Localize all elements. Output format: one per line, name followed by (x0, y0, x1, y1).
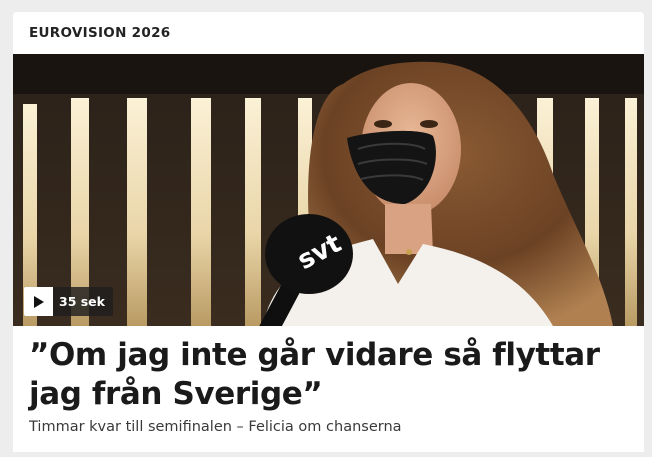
article-card[interactable]: EUROVISION 2026 svt 35 sek ”Om jag inte … (13, 12, 644, 452)
article-subtitle: Timmar kvar till semifinalen – Felicia o… (29, 419, 402, 435)
article-headline[interactable]: ”Om jag inte går vidare så flyttar jag f… (29, 336, 634, 414)
video-thumbnail[interactable]: svt 35 sek (13, 54, 644, 326)
section-label[interactable]: EUROVISION 2026 (29, 25, 170, 41)
play-icon (33, 295, 44, 308)
video-duration: 35 sek (53, 287, 113, 316)
video-still-image: svt (13, 54, 644, 326)
play-button[interactable] (24, 287, 53, 316)
video-duration-badge[interactable]: 35 sek (24, 287, 113, 316)
